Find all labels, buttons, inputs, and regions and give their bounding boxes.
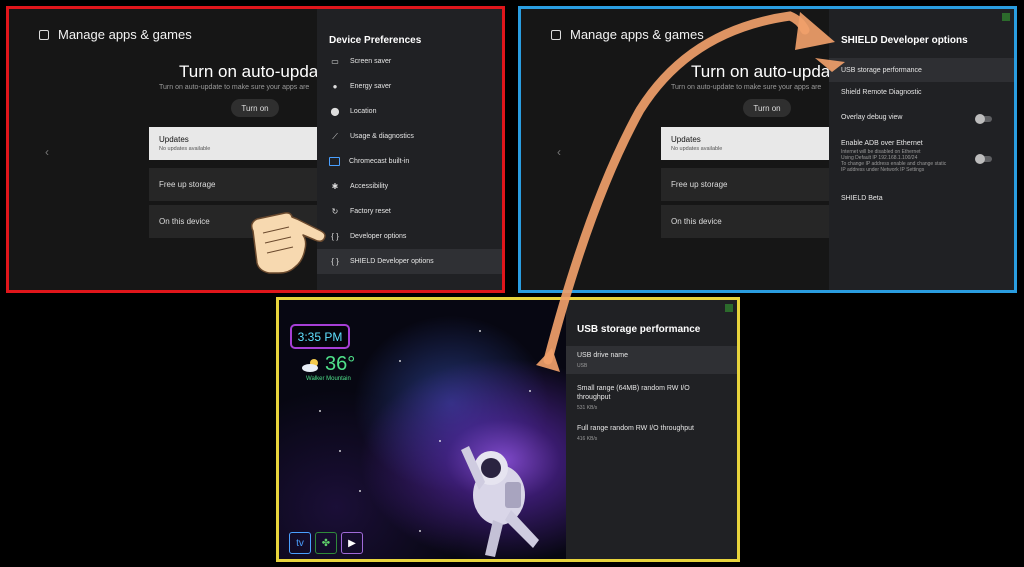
weather-widget: 36°	[301, 353, 355, 376]
device-preferences-menu: Device Preferences ▭ Screen saver ● Ener…	[317, 9, 502, 290]
app-title: Manage apps & games	[551, 27, 704, 42]
chevron-left-icon[interactable]: ‹	[557, 145, 561, 159]
menu-item-shield-beta[interactable]: SHIELD Beta	[829, 195, 1014, 202]
full-range-throughput-item[interactable]: Full range random RW I/O throughput 416 …	[566, 424, 737, 444]
screen-saver-icon: ▭	[331, 57, 339, 66]
star	[319, 410, 321, 412]
auto-update-subtitle: Turn on auto-update to make sure your ap…	[159, 84, 310, 91]
updates-card[interactable]: Updates No updates available	[149, 127, 339, 160]
turn-on-button[interactable]: Turn on	[743, 99, 791, 117]
panel-usb-storage-performance: 3:35 PM 36° Walker Mountain tv ✤ ▶ USB s…	[276, 297, 740, 562]
app-title: Manage apps & games	[39, 27, 192, 42]
star	[529, 390, 531, 392]
turn-on-button[interactable]: Turn on	[231, 99, 279, 117]
overlay-debug-toggle[interactable]	[975, 114, 992, 124]
menu-item-accessibility[interactable]: ✱ Accessibility	[317, 174, 502, 199]
star	[339, 450, 341, 452]
star	[399, 360, 401, 362]
menu-item-factory-reset[interactable]: ↻ Factory reset	[317, 199, 502, 224]
astronaut-image	[461, 446, 539, 557]
weather-location: Walker Mountain	[306, 376, 351, 382]
chart-icon: ⟋	[332, 131, 338, 141]
dock-icons: tv ✤ ▶	[289, 532, 363, 554]
menu-item-shield-remote-diagnostic[interactable]: Shield Remote Diagnostic	[829, 89, 1014, 96]
play-icon[interactable]: ▶	[341, 532, 363, 554]
temperature: 36°	[325, 353, 356, 375]
leaf-icon[interactable]: ✤	[315, 532, 337, 554]
panel-shield-developer-options: Manage apps & games Turn on auto-updates…	[518, 6, 1017, 293]
chevron-left-icon[interactable]: ‹	[45, 145, 49, 159]
menu-title: Device Preferences	[329, 35, 422, 46]
status-indicator	[1002, 13, 1010, 21]
free-up-storage-card[interactable]: Free up storage	[149, 168, 339, 201]
usb-drive-name-item[interactable]: USB drive name USB	[566, 346, 737, 374]
usb-storage-panel: USB storage performance USB drive name U…	[566, 300, 737, 559]
star	[479, 330, 481, 332]
accessibility-icon: ✱	[331, 182, 339, 191]
location-pin-icon: ⬤	[330, 107, 340, 116]
menu-item-usb-storage-performance[interactable]: USB storage performance	[829, 58, 1014, 82]
tv-icon[interactable]: tv	[289, 532, 311, 554]
small-range-throughput-item[interactable]: Small range (64MB) random RW I/O through…	[566, 384, 737, 413]
panel-title: USB storage performance	[577, 324, 701, 335]
panel-device-preferences: Manage apps & games Turn on auto-updates…	[6, 6, 505, 293]
auto-update-subtitle: Turn on auto-update to make sure your ap…	[671, 84, 822, 91]
clock-widget: 3:35 PM	[290, 324, 350, 349]
free-up-storage-card[interactable]: Free up storage	[661, 168, 851, 201]
apps-icon	[551, 29, 561, 40]
star	[359, 490, 361, 492]
menu-item-energy-saver[interactable]: ● Energy saver	[317, 74, 502, 99]
menu-item-shield-developer-options[interactable]: { } SHIELD Developer options	[317, 249, 502, 274]
star	[439, 440, 441, 442]
menu-item-screen-saver[interactable]: ▭ Screen saver	[317, 49, 502, 74]
apps-icon	[39, 29, 49, 40]
shield-developer-menu: SHIELD Developer options USB storage per…	[829, 9, 1014, 290]
cast-icon	[329, 157, 340, 166]
menu-item-chromecast[interactable]: Chromecast built-in	[317, 149, 502, 174]
menu-item-usage-diagnostics[interactable]: ⟋ Usage & diagnostics	[317, 124, 502, 149]
bulb-icon: ●	[332, 82, 338, 91]
menu-item-developer-options[interactable]: { } Developer options	[317, 224, 502, 249]
pointing-hand-icon	[250, 212, 326, 274]
menu-item-location[interactable]: ⬤ Location	[317, 99, 502, 124]
status-indicator	[725, 304, 733, 312]
adb-ethernet-toggle[interactable]	[975, 154, 992, 164]
cloud-icon	[302, 358, 318, 372]
updates-card[interactable]: Updates No updates available	[661, 127, 851, 160]
on-this-device-card[interactable]: On this device	[661, 205, 851, 238]
menu-title: SHIELD Developer options	[841, 35, 968, 46]
star	[419, 530, 421, 532]
